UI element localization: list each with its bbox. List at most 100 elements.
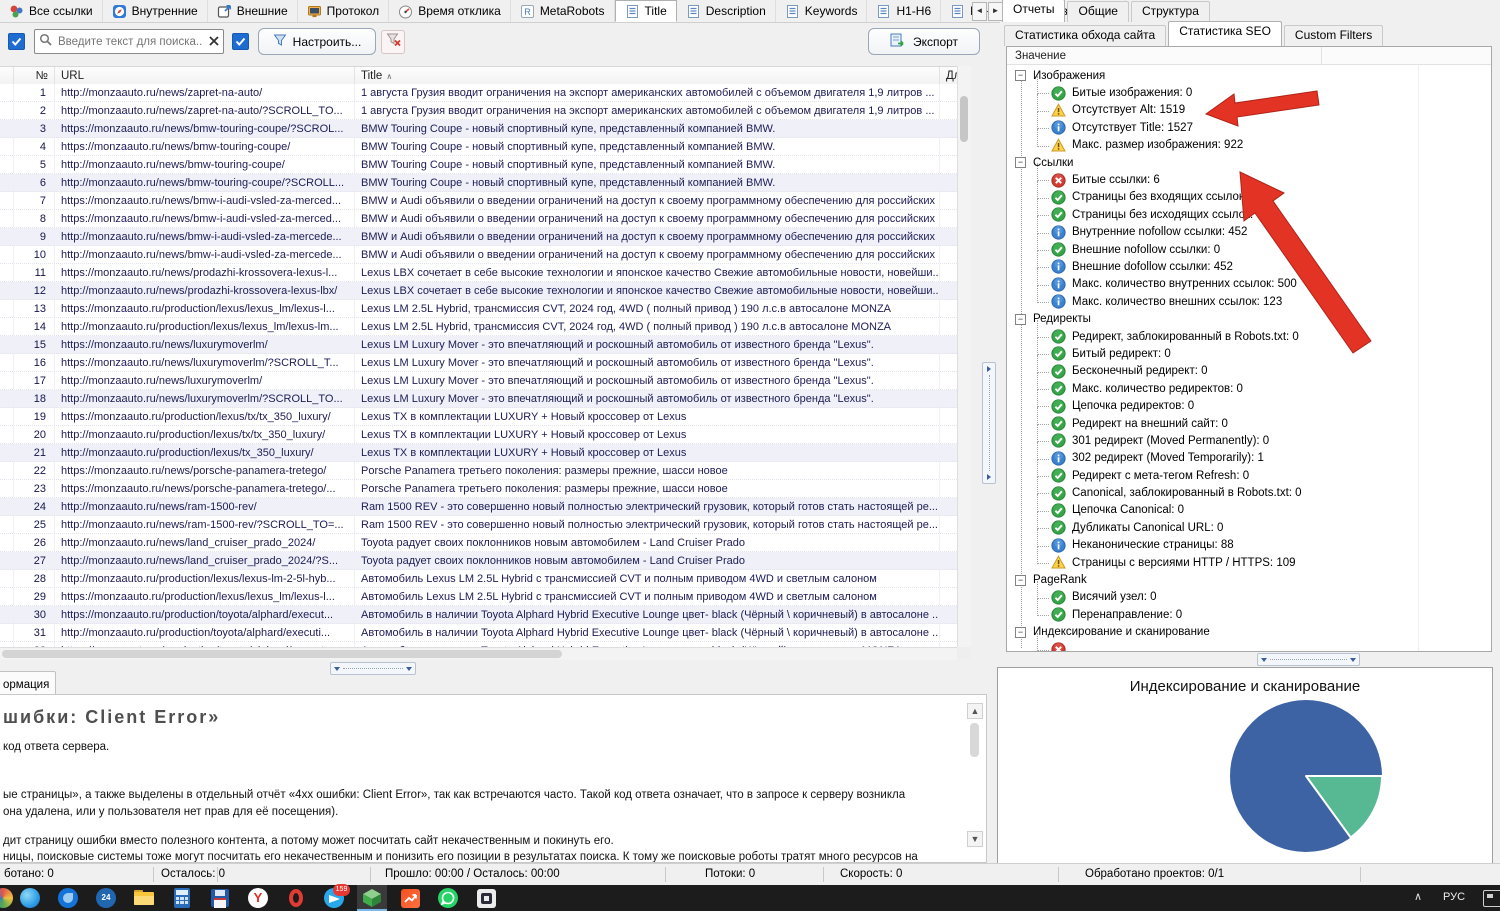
configure-filter-button[interactable]: Настроить... xyxy=(258,28,376,55)
table-row[interactable]: 1http://monzaauto.ru/news/zapret-na-auto… xyxy=(0,84,957,102)
tab-общие[interactable]: Общие xyxy=(1067,1,1128,22)
table-row[interactable]: 29https://monzaauto.ru/production/lexus/… xyxy=(0,588,957,606)
tree-item[interactable]: Бесконечный редирект: 0 xyxy=(1007,363,1491,380)
table-row[interactable]: 18http://monzaauto.ru/news/luxurymoverlm… xyxy=(0,390,957,408)
table-row[interactable]: 21http://monzaauto.ru/production/lexus/t… xyxy=(0,444,957,462)
tree-item[interactable]: Макс. количество редиректов: 0 xyxy=(1007,380,1491,397)
table-row[interactable]: 3https://monzaauto.ru/news/bmw-touring-c… xyxy=(0,120,957,138)
edge-browser-icon[interactable] xyxy=(19,887,41,909)
tree-item[interactable]: Битые изображения: 0 xyxy=(1007,84,1491,101)
tree-item[interactable]: Отсутствует Alt: 1519 xyxy=(1007,102,1491,119)
whatsapp-icon[interactable] xyxy=(437,887,459,909)
report-tab-время-отклика[interactable]: Время отклика xyxy=(389,0,511,22)
table-row[interactable]: 13https://monzaauto.ru/production/lexus/… xyxy=(0,300,957,318)
table-row[interactable]: 4https://monzaauto.ru/news/bmw-touring-c… xyxy=(0,138,957,156)
table-row[interactable]: 12http://monzaauto.ru/news/prodazhi-kros… xyxy=(0,282,957,300)
file-explorer-icon[interactable] xyxy=(133,887,155,909)
export-button[interactable]: Экспорт xyxy=(868,28,980,55)
table-row[interactable]: 9http://monzaauto.ru/news/bmw-i-audi-vsl… xyxy=(0,228,957,246)
table-row[interactable]: 14http://monzaauto.ru/production/lexus/l… xyxy=(0,318,957,336)
report-tab-keywords[interactable]: Keywords xyxy=(776,0,868,22)
tree-item[interactable] xyxy=(1007,641,1491,652)
table-row[interactable]: 28http://monzaauto.ru/production/lexus/l… xyxy=(0,570,957,588)
tree-item[interactable]: Canonical, заблокированный в Robots.txt:… xyxy=(1007,484,1491,501)
tree-item[interactable]: Макс. размер изображения: 922 xyxy=(1007,137,1491,154)
table-row[interactable]: 30https://monzaauto.ru/production/toyota… xyxy=(0,606,957,624)
tree-item[interactable]: Дубликаты Canonical URL: 0 xyxy=(1007,519,1491,536)
bitrix24-icon[interactable]: 24 xyxy=(95,887,117,909)
tab-scroll-prev-button[interactable]: ◄ xyxy=(972,2,987,21)
touch-keyboard-icon[interactable] xyxy=(1483,890,1500,907)
calculator-icon[interactable] xyxy=(171,887,193,909)
column-header-number[interactable]: № xyxy=(14,67,55,85)
tree-item[interactable]: Редирект на внешний сайт: 0 xyxy=(1007,415,1491,432)
telegram-icon[interactable]: 159 xyxy=(323,887,345,909)
tree-item[interactable]: Редирект, заблокированный в Robots.txt: … xyxy=(1007,328,1491,345)
table-row[interactable]: 7https://monzaauto.ru/news/bmw-i-audi-vs… xyxy=(0,192,957,210)
tree-item[interactable]: Битые ссылки: 6 xyxy=(1007,171,1491,188)
tab-information[interactable]: ормация xyxy=(0,671,56,695)
table-row[interactable]: 19https://monzaauto.ru/production/lexus/… xyxy=(0,408,957,426)
tree-section[interactable]: −Индексирование и сканирование xyxy=(1007,624,1491,641)
clear-filter-button[interactable] xyxy=(381,30,405,54)
table-row[interactable]: 2http://monzaauto.ru/news/zapret-na-auto… xyxy=(0,102,957,120)
yandex-browser-icon[interactable]: Y xyxy=(247,887,269,909)
scrollbar-thumb[interactable] xyxy=(2,650,562,658)
table-vertical-scrollbar[interactable] xyxy=(957,66,971,647)
tree-item[interactable]: Перенаправление: 0 xyxy=(1007,606,1491,623)
subtab-custom-filters[interactable]: Custom Filters xyxy=(1284,25,1383,46)
tree-item[interactable]: Внутренние nofollow ссылки: 452 xyxy=(1007,224,1491,241)
info-scrollbar[interactable]: ▲ ▼ xyxy=(967,703,983,855)
table-row[interactable]: 26http://monzaauto.ru/news/land_cruiser_… xyxy=(0,534,957,552)
table-row[interactable]: 6http://monzaauto.ru/news/bmw-touring-co… xyxy=(0,174,957,192)
tree-item[interactable]: Неканонические страницы: 88 xyxy=(1007,537,1491,554)
subtab-статистика-seo[interactable]: Статистика SEO xyxy=(1168,21,1282,46)
table-row[interactable]: 16https://monzaauto.ru/news/luxurymoverl… xyxy=(0,354,957,372)
hidden-icons-chevron[interactable]: ∧ xyxy=(1414,890,1422,903)
column-header-title[interactable]: Title∧ xyxy=(355,67,940,85)
trading-app-icon[interactable] xyxy=(399,887,421,909)
report-tab-протокол[interactable]: Протокол xyxy=(298,0,390,22)
scroll-up-icon[interactable]: ▲ xyxy=(967,703,983,719)
table-row[interactable]: 25http://monzaauto.ru/news/ram-1500-rev/… xyxy=(0,516,957,534)
tree-item[interactable]: Макс. количество внешних ссылок: 123 xyxy=(1007,293,1491,310)
table-row[interactable]: 22https://monzaauto.ru/news/porsche-pana… xyxy=(0,462,957,480)
tree-section[interactable]: −Ссылки xyxy=(1007,154,1491,171)
report-tab-внешние[interactable]: Внешние xyxy=(208,0,298,22)
tree-item[interactable]: Отсутствует Title: 1527 xyxy=(1007,119,1491,136)
filter-enable-checkbox[interactable] xyxy=(232,33,249,50)
language-indicator[interactable]: РУС xyxy=(1443,891,1465,903)
column-header-url[interactable]: URL xyxy=(55,67,355,85)
tab-отчеты[interactable]: Отчеты xyxy=(1002,0,1065,22)
thunderbird-icon[interactable] xyxy=(57,887,79,909)
tree-item[interactable]: 301 редирект (Moved Permanently): 0 xyxy=(1007,432,1491,449)
column-header-length[interactable]: Длина xyxy=(940,67,957,85)
opera-browser-icon[interactable] xyxy=(285,887,307,909)
collapse-icon[interactable]: − xyxy=(1015,157,1026,168)
table-row[interactable]: 17http://monzaauto.ru/news/luxurymoverlm… xyxy=(0,372,957,390)
tree-section[interactable]: −PageRank xyxy=(1007,571,1491,588)
scroll-down-icon[interactable]: ▼ xyxy=(967,831,983,847)
tree-item[interactable]: Внешние dofollow ссылки: 452 xyxy=(1007,258,1491,275)
app-partial-icon[interactable] xyxy=(0,887,14,909)
tree-item[interactable]: 302 редирект (Moved Temporarily): 1 xyxy=(1007,450,1491,467)
chart-splitter-grip[interactable] xyxy=(1257,653,1360,666)
search-input[interactable] xyxy=(56,35,205,49)
report-tab-h1-h6[interactable]: H1-H6 xyxy=(867,0,941,22)
report-tab-все-ссылки[interactable]: Все ссылки xyxy=(0,0,103,22)
report-tab-внутренние[interactable]: Внутренние xyxy=(103,0,208,22)
collapse-icon[interactable]: − xyxy=(1015,314,1026,325)
scrollbar-thumb[interactable] xyxy=(960,96,968,142)
table-row[interactable]: 15https://monzaauto.ru/news/luxurymoverl… xyxy=(0,336,957,354)
dark-app-icon[interactable] xyxy=(475,887,497,909)
report-tab-metarobots[interactable]: RMetaRobots xyxy=(511,0,615,22)
horizontal-splitter-grip[interactable] xyxy=(330,662,416,675)
tree-column-header[interactable]: Значение xyxy=(1007,47,1491,65)
tree-section[interactable]: −Изображения xyxy=(1007,67,1491,84)
tree-item[interactable]: Битый редирект: 0 xyxy=(1007,345,1491,362)
report-tab-title[interactable]: Title xyxy=(615,0,677,22)
tree-item[interactable]: Внешние nofollow ссылки: 0 xyxy=(1007,241,1491,258)
tab-scroll-next-button[interactable]: ► xyxy=(988,2,1003,21)
table-row[interactable]: 11https://monzaauto.ru/news/prodazhi-kro… xyxy=(0,264,957,282)
tree-item[interactable]: Макс. количество внутренних ссылок: 500 xyxy=(1007,276,1491,293)
